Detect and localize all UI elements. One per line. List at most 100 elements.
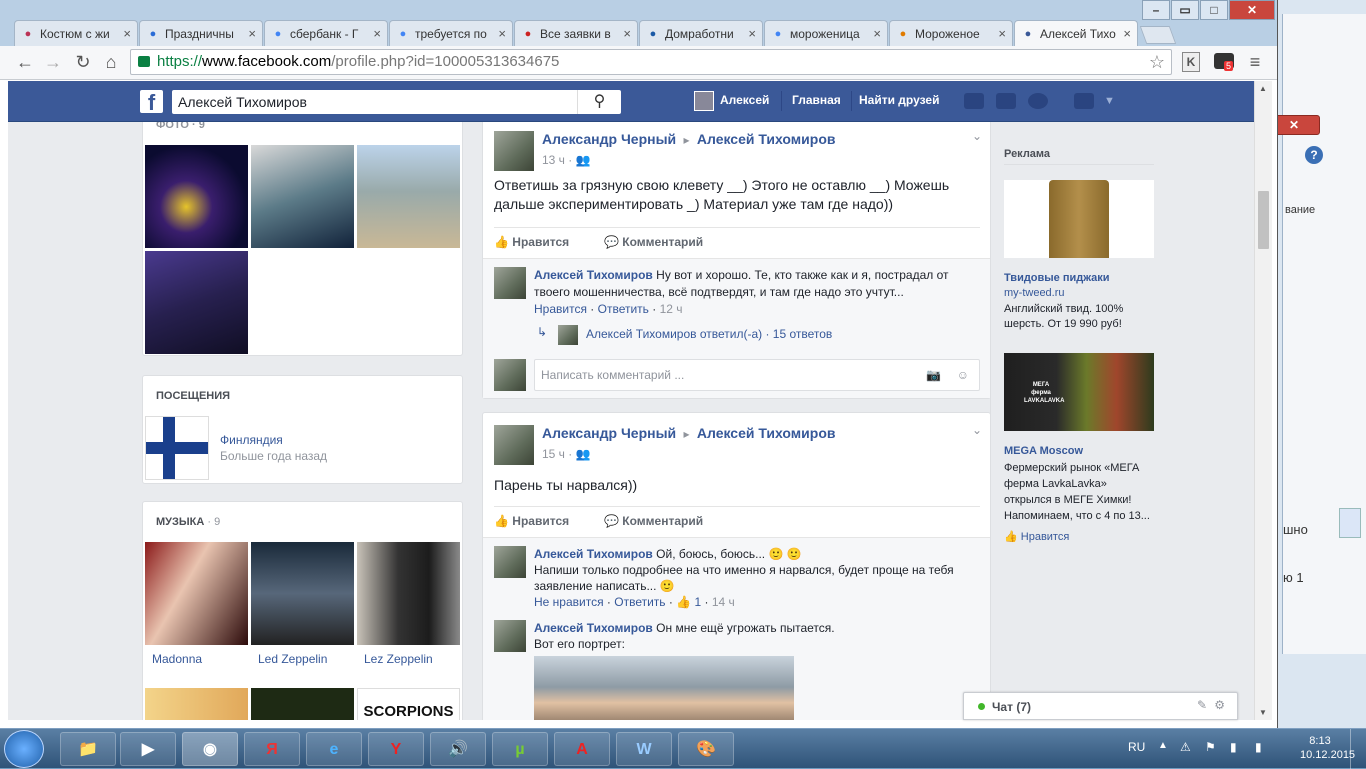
view-replies-link[interactable]: Алексей Тихомиров ответил(-а) · 15 ответ…: [586, 327, 832, 341]
close-tab-icon[interactable]: ×: [623, 26, 631, 41]
privacy-icon[interactable]: [1074, 93, 1094, 109]
language-indicator[interactable]: RU: [1128, 740, 1145, 754]
music-item-label[interactable]: Madonna: [152, 652, 202, 666]
ad-image[interactable]: МЕГА ферма LAVKALAVKA: [1004, 353, 1154, 431]
menu-icon[interactable]: ≡: [1244, 52, 1266, 73]
signal-icon[interactable]: ▮: [1255, 740, 1262, 754]
comment-button[interactable]: 💬 Комментарий: [604, 235, 703, 249]
reload-icon[interactable]: ↻: [72, 52, 94, 73]
ad-title[interactable]: MEGA Moscow: [1004, 445, 1083, 457]
photos-title[interactable]: ФОТО · 9: [156, 122, 205, 131]
music-thumbnail[interactable]: [251, 542, 354, 645]
start-button-icon[interactable]: [4, 730, 44, 768]
friend-requests-icon[interactable]: [964, 93, 984, 109]
yandex-icon[interactable]: Y: [368, 732, 424, 766]
scrollbar[interactable]: ▲ ▼: [1254, 81, 1272, 720]
avatar[interactable]: [558, 325, 578, 345]
home-icon[interactable]: ⌂: [100, 52, 122, 73]
avatar[interactable]: [694, 91, 714, 111]
browser-tab[interactable]: ● Все заявки в ×: [514, 20, 638, 46]
word-icon[interactable]: W: [616, 732, 672, 766]
photo-thumbnail[interactable]: [145, 145, 248, 248]
bookmark-star-icon[interactable]: ☆: [1149, 50, 1165, 74]
post-author[interactable]: Александр Черный: [542, 131, 676, 147]
ad-image[interactable]: [1004, 180, 1154, 258]
post-target[interactable]: Алексей Тихомиров: [697, 425, 836, 441]
close-tab-icon[interactable]: ×: [1123, 26, 1131, 41]
post-options-icon[interactable]: ⌄: [972, 423, 982, 437]
browser-tab[interactable]: ● мороженица ×: [764, 20, 888, 46]
comment-reply[interactable]: Ответить: [614, 595, 665, 609]
internet-explorer-icon[interactable]: e: [306, 732, 362, 766]
avatar[interactable]: [494, 131, 534, 171]
notifications-globe-icon[interactable]: [1028, 93, 1048, 109]
post-author[interactable]: Александр Черный: [542, 425, 676, 441]
avatar[interactable]: [494, 359, 526, 391]
chat-bar[interactable]: Чат (7) ✎ ⚙: [963, 692, 1238, 720]
background-window[interactable]: вание шно ю 1 ?: [1282, 14, 1366, 654]
restore-button[interactable]: ▭: [1171, 0, 1199, 20]
yandex-browser-icon[interactable]: Я: [244, 732, 300, 766]
minimize-button[interactable]: –: [1142, 0, 1170, 20]
music-thumbnail[interactable]: SCORPIONS: [357, 688, 460, 720]
comment-photo[interactable]: [534, 656, 794, 720]
explorer-icon[interactable]: 📁: [60, 732, 116, 766]
music-thumbnail[interactable]: [145, 542, 248, 645]
avatar[interactable]: [494, 267, 526, 299]
media-player-icon[interactable]: ▶: [120, 732, 176, 766]
browser-tab[interactable]: ● Алексей Тихо ×: [1014, 20, 1138, 46]
chevron-down-icon[interactable]: ▼: [1104, 95, 1115, 107]
photo-thumbnail[interactable]: [251, 145, 354, 248]
post-time[interactable]: 15 ч · 👥: [542, 447, 591, 461]
comment-unlike[interactable]: Не нравится: [534, 595, 604, 609]
music-thumbnail[interactable]: [251, 688, 354, 720]
photo-thumbnail[interactable]: [357, 145, 460, 248]
finland-flag-icon[interactable]: [145, 416, 209, 480]
comment-like[interactable]: Нравится: [534, 302, 587, 316]
photo-thumbnail[interactable]: [145, 251, 248, 354]
comment-button[interactable]: 💬 Комментарий: [604, 514, 703, 528]
music-thumbnail[interactable]: [357, 542, 460, 645]
search-input[interactable]: Алексей Тихомиров ⚲: [172, 90, 621, 114]
like-button[interactable]: 👍 Нравится: [494, 235, 569, 249]
close-tab-icon[interactable]: ×: [748, 26, 756, 41]
like-button[interactable]: 👍 Нравится: [494, 514, 569, 528]
close-tab-icon[interactable]: ×: [373, 26, 381, 41]
profile-link[interactable]: Алексей: [720, 93, 769, 107]
facebook-logo-icon[interactable]: f: [140, 90, 163, 115]
avatar[interactable]: [494, 546, 526, 578]
post-time[interactable]: 13 ч · 👥: [542, 153, 591, 167]
avatar[interactable]: [494, 620, 526, 652]
clock[interactable]: 8:13 10.12.2015: [1300, 734, 1355, 762]
flag-icon[interactable]: ⚑: [1205, 740, 1216, 754]
ad-site[interactable]: my-tweed.ru: [1004, 287, 1065, 299]
acrobat-icon[interactable]: A: [554, 732, 610, 766]
extension-k-icon[interactable]: K: [1182, 52, 1200, 72]
post-options-icon[interactable]: ⌄: [972, 129, 982, 143]
ad-like-button[interactable]: 👍 Нравится: [1004, 530, 1069, 543]
close-tab-icon[interactable]: ×: [998, 26, 1006, 41]
camera-icon[interactable]: 📷: [926, 360, 941, 390]
paint-icon[interactable]: 🎨: [678, 732, 734, 766]
browser-tab[interactable]: ● Праздничны ×: [139, 20, 263, 46]
new-tab-button[interactable]: [1139, 26, 1177, 44]
network-icon[interactable]: ⚠: [1180, 740, 1191, 754]
forward-icon[interactable]: →: [42, 52, 64, 73]
back-icon[interactable]: ←: [14, 52, 36, 73]
scrollbar-thumb[interactable]: [1258, 191, 1269, 249]
emoji-icon[interactable]: ☺: [957, 360, 969, 390]
likes-count[interactable]: 👍 1: [676, 595, 701, 609]
close-tab-icon[interactable]: ×: [248, 26, 256, 41]
close-tab-icon[interactable]: ×: [873, 26, 881, 41]
browser-tab[interactable]: ● Мороженое ×: [889, 20, 1013, 46]
help-icon[interactable]: ?: [1305, 146, 1323, 164]
avatar[interactable]: [494, 425, 534, 465]
browser-tab[interactable]: ● требуется по ×: [389, 20, 513, 46]
messages-icon[interactable]: [996, 93, 1016, 109]
gear-icon[interactable]: ⚙: [1214, 698, 1225, 712]
chrome-icon[interactable]: ◉: [182, 732, 238, 766]
search-icon[interactable]: ⚲: [577, 90, 621, 114]
browser-tab[interactable]: ● Костюм с жи ×: [14, 20, 138, 46]
comment-input[interactable]: Написать комментарий ... 📷 ☺: [534, 359, 980, 391]
visit-place[interactable]: Финляндия: [220, 433, 283, 447]
